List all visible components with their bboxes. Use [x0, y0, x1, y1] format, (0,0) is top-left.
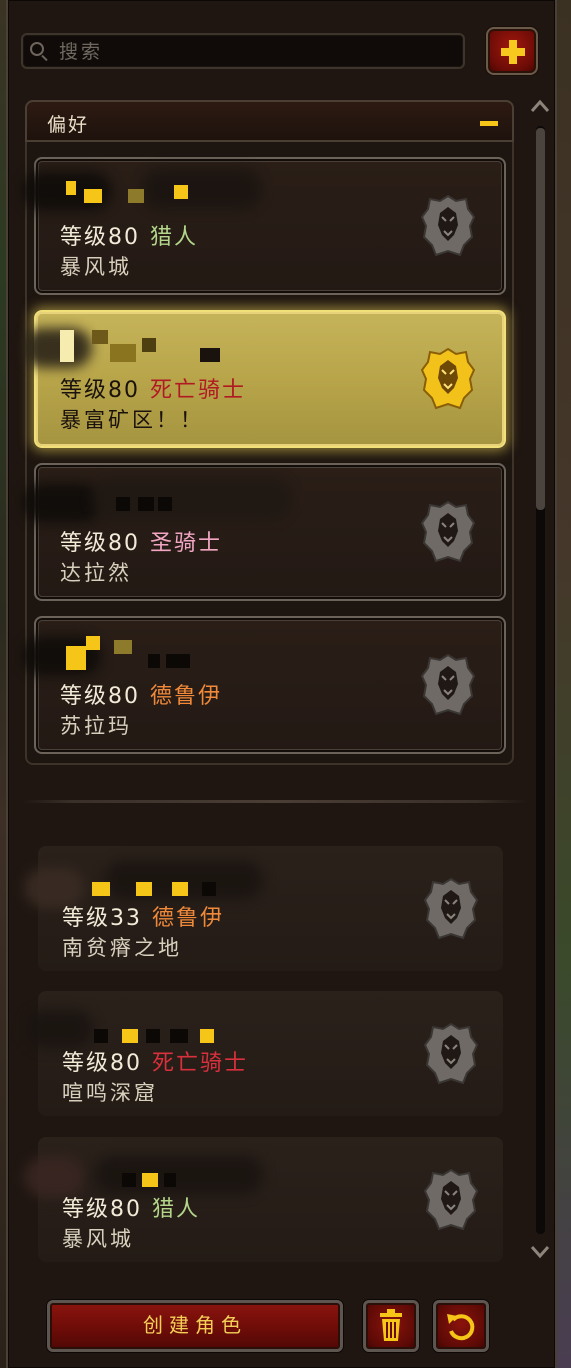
background-scenery-right: [557, 0, 571, 1368]
character-card[interactable]: 等级80 死亡骑士 喧鸣深窟: [24, 991, 503, 1116]
add-character-button[interactable]: [486, 27, 538, 75]
character-level-class: 等级80 圣骑士: [60, 525, 222, 557]
character-card[interactable]: 等级80 猎人 暴风城: [24, 1137, 503, 1262]
character-card-selected[interactable]: 等级80 死亡骑士 暴富矿区！！: [22, 310, 506, 448]
character-name-redacted: [24, 1155, 264, 1197]
search-icon: [30, 42, 44, 56]
class-label: 猎人: [150, 225, 199, 250]
alliance-lion-icon: [420, 500, 476, 563]
character-name-redacted: [22, 328, 222, 368]
level-label: 等级80: [62, 1051, 142, 1076]
level-label: 等级80: [60, 684, 140, 709]
alliance-lion-icon: [420, 347, 476, 410]
section-divider: [22, 800, 527, 803]
character-location: 南贫瘠之地: [62, 936, 182, 960]
character-name-redacted: [24, 860, 264, 908]
scrollbar-thumb[interactable]: [536, 128, 545, 510]
character-card[interactable]: 等级80 德鲁伊 苏拉玛: [22, 616, 506, 754]
search-input[interactable]: [57, 38, 461, 66]
alliance-lion-icon: [423, 1168, 479, 1231]
character-level-class: 等级80 德鲁伊: [60, 678, 222, 710]
character-card[interactable]: 等级80 圣骑士 达拉然: [22, 463, 506, 601]
undo-icon: [447, 1314, 475, 1341]
scroll-down-icon[interactable]: [530, 1244, 550, 1260]
character-name-redacted: [22, 169, 262, 211]
class-label: 圣骑士: [150, 531, 223, 556]
character-card[interactable]: 等级33 德鲁伊 南贫瘠之地: [24, 846, 503, 971]
character-card[interactable]: 等级80 猎人 暴风城: [22, 157, 506, 295]
minus-icon[interactable]: [480, 121, 498, 126]
search-box[interactable]: [21, 33, 465, 69]
scroll-up-icon[interactable]: [530, 98, 550, 114]
character-level-class: 等级80 猎人: [60, 219, 198, 251]
favorites-group-header[interactable]: 偏好: [25, 100, 514, 142]
level-label: 等级80: [60, 225, 140, 250]
trash-icon: [380, 1309, 402, 1341]
undo-button[interactable]: [433, 1300, 489, 1352]
level-label: 等级80: [62, 1197, 142, 1222]
create-character-button[interactable]: 创建角色: [47, 1300, 343, 1352]
class-label: 德鲁伊: [152, 906, 225, 931]
character-level-class: 等级80 死亡骑士: [62, 1045, 248, 1077]
character-level-class: 等级80 猎人: [62, 1191, 200, 1223]
character-level-class: 等级33 德鲁伊: [62, 900, 224, 932]
character-name-redacted: [24, 1009, 224, 1049]
character-location: 喧鸣深窟: [62, 1081, 158, 1105]
character-name-redacted: [22, 636, 222, 676]
level-label: 等级80: [60, 378, 140, 403]
alliance-lion-icon: [423, 877, 479, 940]
class-label: 死亡骑士: [150, 378, 247, 403]
alliance-lion-icon: [420, 194, 476, 257]
class-label: 猎人: [152, 1197, 201, 1222]
level-label: 等级80: [60, 531, 140, 556]
class-label: 死亡骑士: [152, 1051, 249, 1076]
level-label: 等级33: [62, 906, 142, 931]
alliance-lion-icon: [420, 653, 476, 716]
alliance-lion-icon: [423, 1022, 479, 1085]
character-location: 暴风城: [60, 255, 132, 279]
character-level-class: 等级80 死亡骑士: [60, 372, 246, 404]
character-location: 苏拉玛: [60, 714, 132, 738]
character-location: 暴风城: [62, 1227, 134, 1251]
character-name-redacted: [22, 479, 292, 523]
delete-character-button[interactable]: [363, 1300, 419, 1352]
group-title: 偏好: [47, 114, 90, 136]
class-label: 德鲁伊: [150, 684, 223, 709]
character-location: 达拉然: [60, 561, 132, 585]
character-location: 暴富矿区！！: [60, 408, 204, 432]
